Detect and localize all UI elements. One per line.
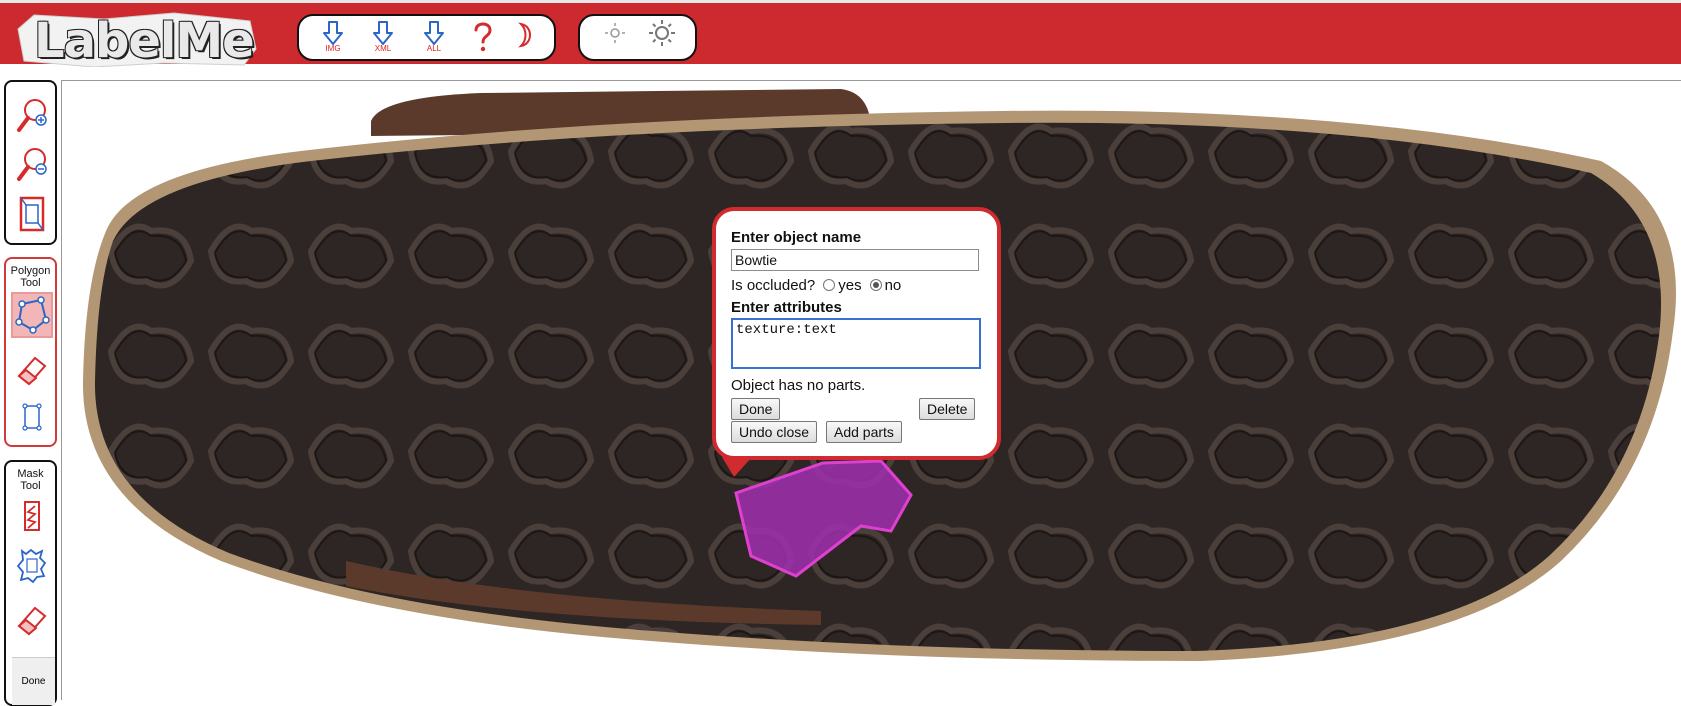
object-label-popup: Enter object name Is occluded? yes no Ente… bbox=[712, 207, 1001, 460]
object-name-heading: Enter object name bbox=[731, 229, 862, 246]
question-mark-icon bbox=[474, 22, 492, 52]
download-arrow-icon bbox=[323, 21, 343, 45]
polygon-icon bbox=[15, 296, 50, 334]
segment-icon bbox=[16, 548, 47, 584]
decrease-brightness-button[interactable] bbox=[595, 22, 635, 60]
download-arrow-icon bbox=[373, 21, 393, 45]
fit-screen-icon bbox=[19, 196, 45, 232]
undo-close-button[interactable]: Undo close bbox=[731, 421, 818, 443]
delete-button[interactable]: Delete bbox=[919, 398, 976, 420]
eraser-icon bbox=[17, 606, 47, 636]
sign-out-button[interactable] bbox=[505, 20, 545, 58]
help-button[interactable] bbox=[463, 20, 503, 58]
occluded-yes-radio[interactable] bbox=[823, 279, 836, 291]
increase-brightness-button[interactable] bbox=[642, 20, 682, 58]
bounding-box-button[interactable] bbox=[15, 398, 49, 436]
zoom-out-icon bbox=[17, 148, 47, 181]
polygon-tool-button[interactable] bbox=[11, 292, 53, 338]
zoom-in-button[interactable] bbox=[15, 96, 49, 134]
download-img-button[interactable]: IMG bbox=[313, 20, 353, 58]
occluded-row: Is occluded? yes no bbox=[731, 277, 901, 294]
brightness-controls bbox=[578, 14, 697, 61]
eraser-button[interactable] bbox=[15, 350, 49, 388]
polygon-tool-panel: Polygon Tool bbox=[4, 257, 57, 447]
zoom-out-button[interactable] bbox=[15, 145, 49, 183]
labelme-logo[interactable]: LabelMe bbox=[14, 9, 262, 69]
download-img-label: IMG bbox=[325, 44, 341, 53]
object-name-input[interactable] bbox=[731, 249, 979, 271]
download-xml-button[interactable]: XML bbox=[363, 20, 403, 58]
header-bar: LabelMe IMG XML ALL bbox=[0, 0, 1681, 69]
segment-button[interactable] bbox=[15, 547, 49, 585]
mask-done-button[interactable]: Done bbox=[12, 657, 55, 705]
logo-text: LabelMe bbox=[34, 13, 255, 69]
crescent-icon bbox=[518, 22, 531, 48]
scribble-icon bbox=[24, 501, 40, 531]
add-parts-button[interactable]: Add parts bbox=[826, 421, 902, 443]
parts-status-text: Object has no parts. bbox=[731, 377, 866, 394]
occluded-question: Is occluded? bbox=[731, 277, 816, 294]
occluded-yes-label: yes bbox=[838, 277, 862, 294]
occluded-no-label: no bbox=[884, 277, 902, 294]
occluded-no-radio[interactable] bbox=[869, 279, 882, 291]
mask-eraser-button[interactable] bbox=[15, 600, 49, 638]
download-all-label: ALL bbox=[426, 44, 442, 53]
download-arrow-icon bbox=[424, 21, 444, 45]
zoom-in-icon bbox=[17, 99, 47, 132]
fit-to-screen-button[interactable] bbox=[15, 195, 49, 233]
done-button[interactable]: Done bbox=[731, 398, 781, 420]
rectangle-icon bbox=[22, 403, 42, 431]
attributes-heading: Enter attributes bbox=[731, 299, 842, 316]
eraser-icon bbox=[17, 356, 47, 386]
zoom-tools-panel bbox=[4, 80, 57, 245]
download-xml-label: XML bbox=[374, 44, 392, 53]
mask-tool-title: Mask Tool bbox=[17, 468, 44, 492]
popup-pointer bbox=[722, 457, 752, 477]
sun-large-icon bbox=[649, 20, 675, 46]
toolbar-main: IMG XML ALL bbox=[297, 14, 556, 61]
attributes-input[interactable]: texture:text bbox=[731, 318, 981, 369]
download-all-button[interactable]: ALL bbox=[414, 20, 454, 58]
mask-tool-panel: Mask Tool Done bbox=[4, 460, 57, 706]
polygon-tool-title: Polygon Tool bbox=[10, 265, 51, 289]
scribble-button[interactable] bbox=[15, 498, 49, 536]
sun-small-icon bbox=[605, 23, 625, 43]
